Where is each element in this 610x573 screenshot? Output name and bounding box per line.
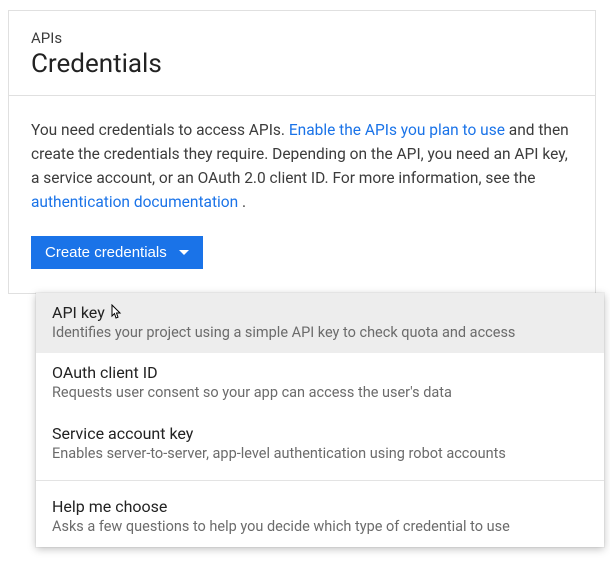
menu-item-oauth-client-id[interactable]: OAuth client ID Requests user consent so… bbox=[36, 353, 604, 413]
enable-apis-link[interactable]: Enable the APIs you plan to use bbox=[289, 121, 505, 139]
page-title: Credentials bbox=[31, 49, 573, 79]
menu-item-title: API key bbox=[52, 303, 588, 322]
menu-item-title: OAuth client ID bbox=[52, 363, 588, 382]
menu-item-desc: Requests user consent so your app can ac… bbox=[52, 383, 588, 403]
menu-item-title-text: API key bbox=[52, 303, 105, 322]
cursor-pointer-icon bbox=[107, 304, 123, 322]
menu-item-help-me-choose[interactable]: Help me choose Asks a few questions to h… bbox=[36, 487, 604, 547]
menu-item-api-key[interactable]: API key Identifies your project using a … bbox=[36, 293, 604, 353]
menu-item-title: Service account key bbox=[52, 424, 588, 443]
eyebrow-text: APIs bbox=[31, 29, 573, 47]
auth-doc-link[interactable]: authentication documentation bbox=[31, 193, 238, 211]
create-credentials-button[interactable]: Create credentials bbox=[31, 236, 203, 269]
menu-item-service-account-key[interactable]: Service account key Enables server-to-se… bbox=[36, 414, 604, 474]
description-text: You need credentials to access APIs. Ena… bbox=[31, 118, 573, 214]
menu-item-desc: Enables server-to-server, app-level auth… bbox=[52, 444, 588, 464]
menu-item-desc: Asks a few questions to help you decide … bbox=[52, 517, 588, 537]
menu-divider bbox=[36, 480, 604, 481]
caret-down-icon bbox=[179, 250, 189, 255]
menu-item-title: Help me choose bbox=[52, 497, 588, 516]
card-body: You need credentials to access APIs. Ena… bbox=[9, 96, 595, 293]
create-credentials-dropdown: API key Identifies your project using a … bbox=[36, 293, 604, 547]
create-credentials-label: Create credentials bbox=[45, 244, 167, 261]
desc-part-1: You need credentials to access APIs. bbox=[31, 121, 289, 139]
credentials-card: APIs Credentials You need credentials to… bbox=[8, 10, 596, 294]
card-header: APIs Credentials bbox=[9, 11, 595, 96]
desc-part-3: . bbox=[238, 193, 246, 211]
menu-item-desc: Identifies your project using a simple A… bbox=[52, 323, 588, 343]
